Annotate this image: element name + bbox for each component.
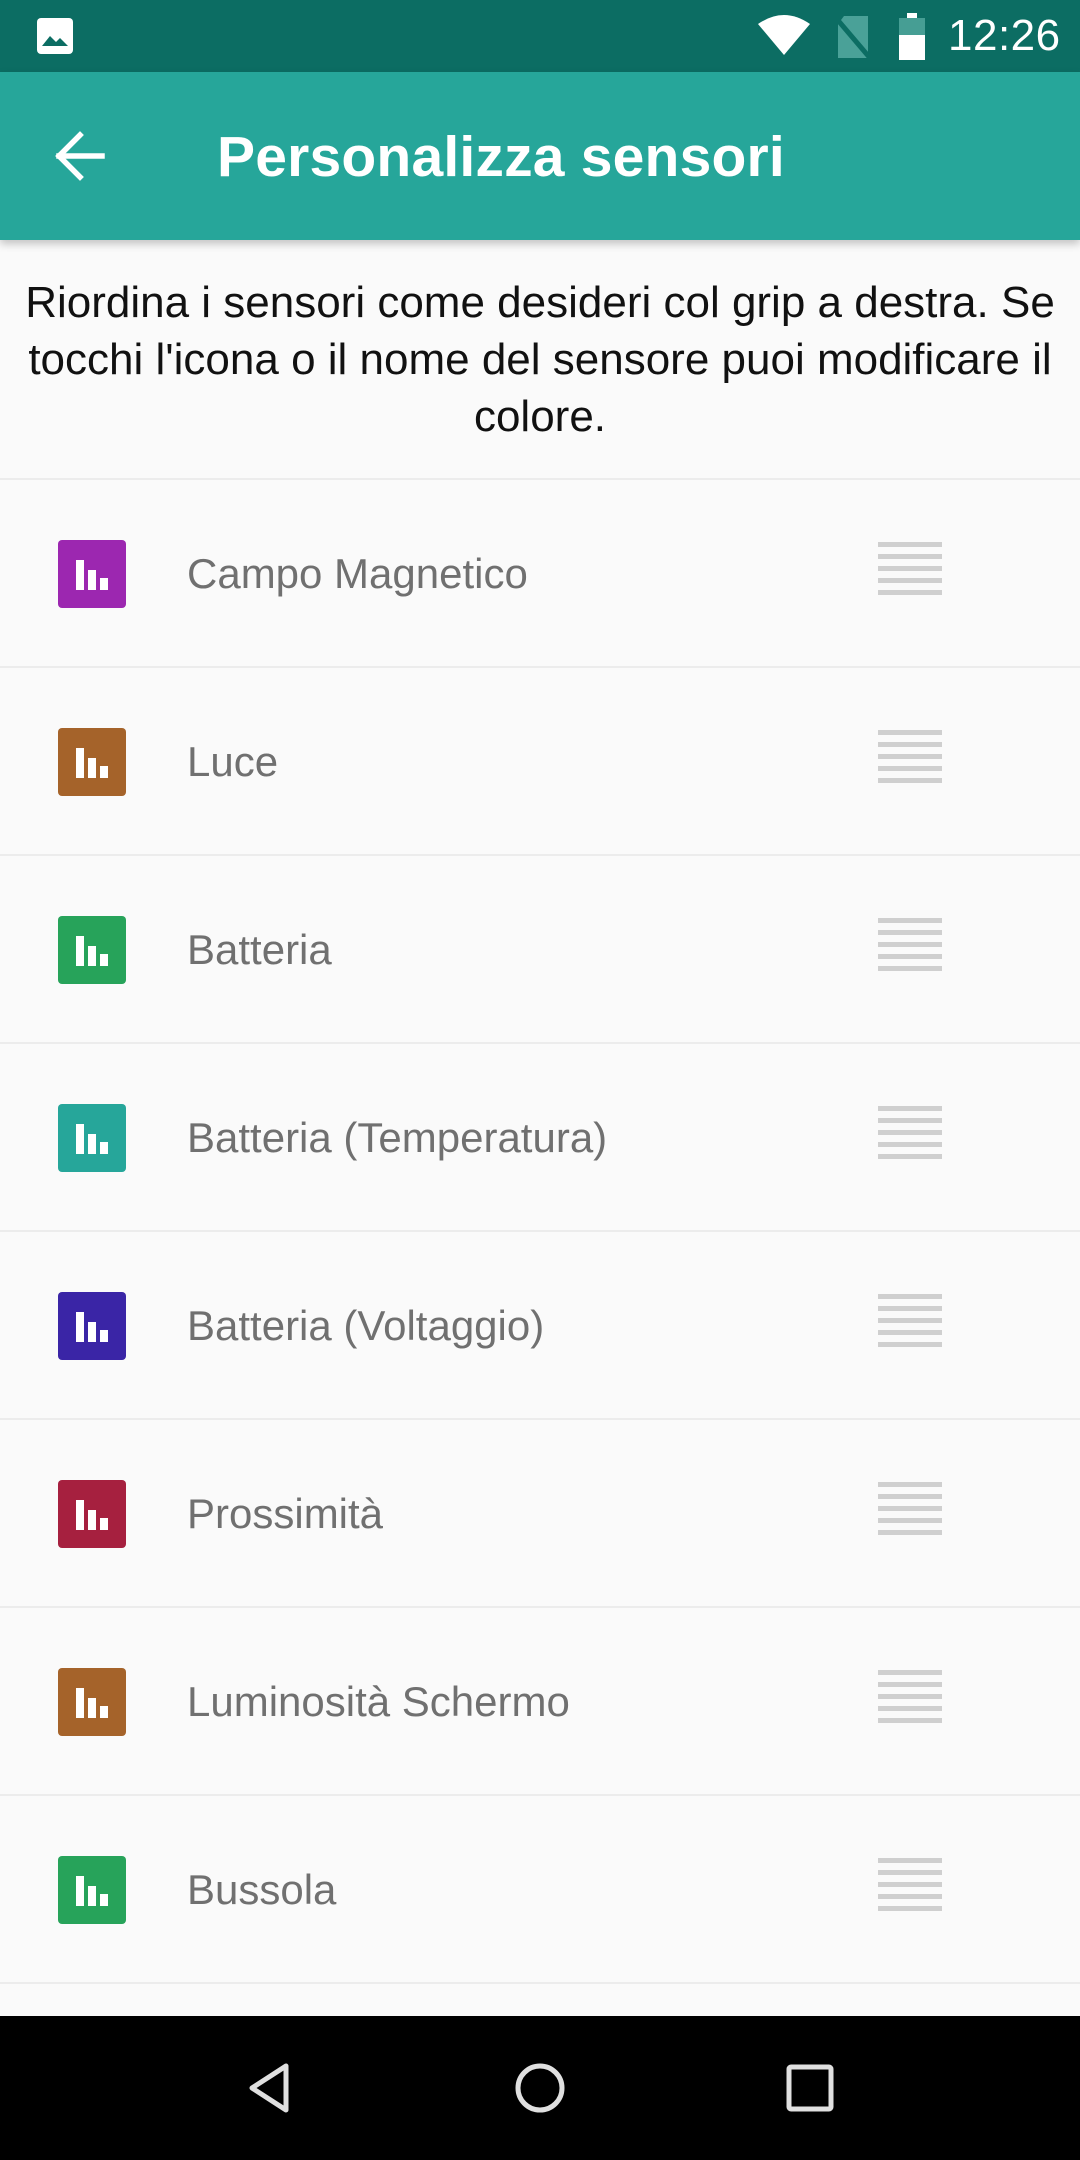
sensor-row[interactable]: Bussola [0,1796,1080,1984]
status-time: 12:26 [948,11,1061,60]
sensor-list: Campo Magnetico Luce Batteria Batteria (Tem… [0,480,1080,1984]
sensor-row[interactable]: Campo Magnetico [0,480,1080,668]
drag-handle-icon[interactable] [868,1288,956,1364]
bar-chart-icon[interactable] [58,1292,126,1360]
drag-handle-icon[interactable] [868,912,956,988]
drag-handle-icon[interactable] [868,536,956,612]
navigation-bar [0,2016,1080,2160]
sensor-name[interactable]: Prossimità [187,1484,383,1544]
bar-chart-icon[interactable] [58,1668,126,1736]
bar-chart-icon[interactable] [58,540,126,608]
image-icon [37,18,73,54]
instructions-text: Riordina i sensori come desideri col gri… [25,277,1055,441]
page-title: Personalizza sensori [217,125,785,189]
battery-icon [899,13,925,60]
sensor-name[interactable]: Campo Magnetico [187,544,528,604]
app-screen: 12:26 Personalizza sensori Riordina i se… [0,0,1080,2160]
back-button[interactable] [36,112,124,200]
nav-recents-icon[interactable] [774,2052,846,2124]
toolbar: Personalizza sensori [0,72,1080,240]
sensor-name[interactable]: Batteria (Voltaggio) [187,1296,544,1356]
bar-chart-icon[interactable] [58,1480,126,1548]
bar-chart-icon[interactable] [58,1104,126,1172]
sensor-name[interactable]: Luminosità Schermo [187,1672,570,1732]
sensor-row[interactable]: Prossimità [0,1420,1080,1608]
wifi-icon [758,15,810,55]
sensor-row[interactable]: Batteria (Temperatura) [0,1044,1080,1232]
sensor-row[interactable]: Luminosità Schermo [0,1608,1080,1796]
instructions-panel: Riordina i sensori come desideri col gri… [0,240,1080,480]
nav-home-icon[interactable] [504,2052,576,2124]
status-bar: 12:26 [0,0,1080,72]
sensor-name[interactable]: Batteria (Temperatura) [187,1108,607,1168]
drag-handle-icon[interactable] [868,1100,956,1176]
bar-chart-icon[interactable] [58,916,126,984]
bar-chart-icon[interactable] [58,1856,126,1924]
drag-handle-icon[interactable] [868,724,956,800]
sensor-row[interactable]: Luce [0,668,1080,856]
sensor-name[interactable]: Luce [187,732,278,792]
sensor-row[interactable]: Batteria (Voltaggio) [0,1232,1080,1420]
drag-handle-icon[interactable] [868,1664,956,1740]
sensor-name[interactable]: Bussola [187,1860,336,1920]
sensor-name[interactable]: Batteria [187,920,332,980]
drag-handle-icon[interactable] [868,1476,956,1552]
no-sim-icon [834,16,872,60]
bar-chart-icon[interactable] [58,728,126,796]
drag-handle-icon[interactable] [868,1852,956,1928]
sensor-row[interactable]: Batteria [0,856,1080,1044]
arrow-back-icon [55,131,105,181]
nav-back-icon[interactable] [234,2052,306,2124]
